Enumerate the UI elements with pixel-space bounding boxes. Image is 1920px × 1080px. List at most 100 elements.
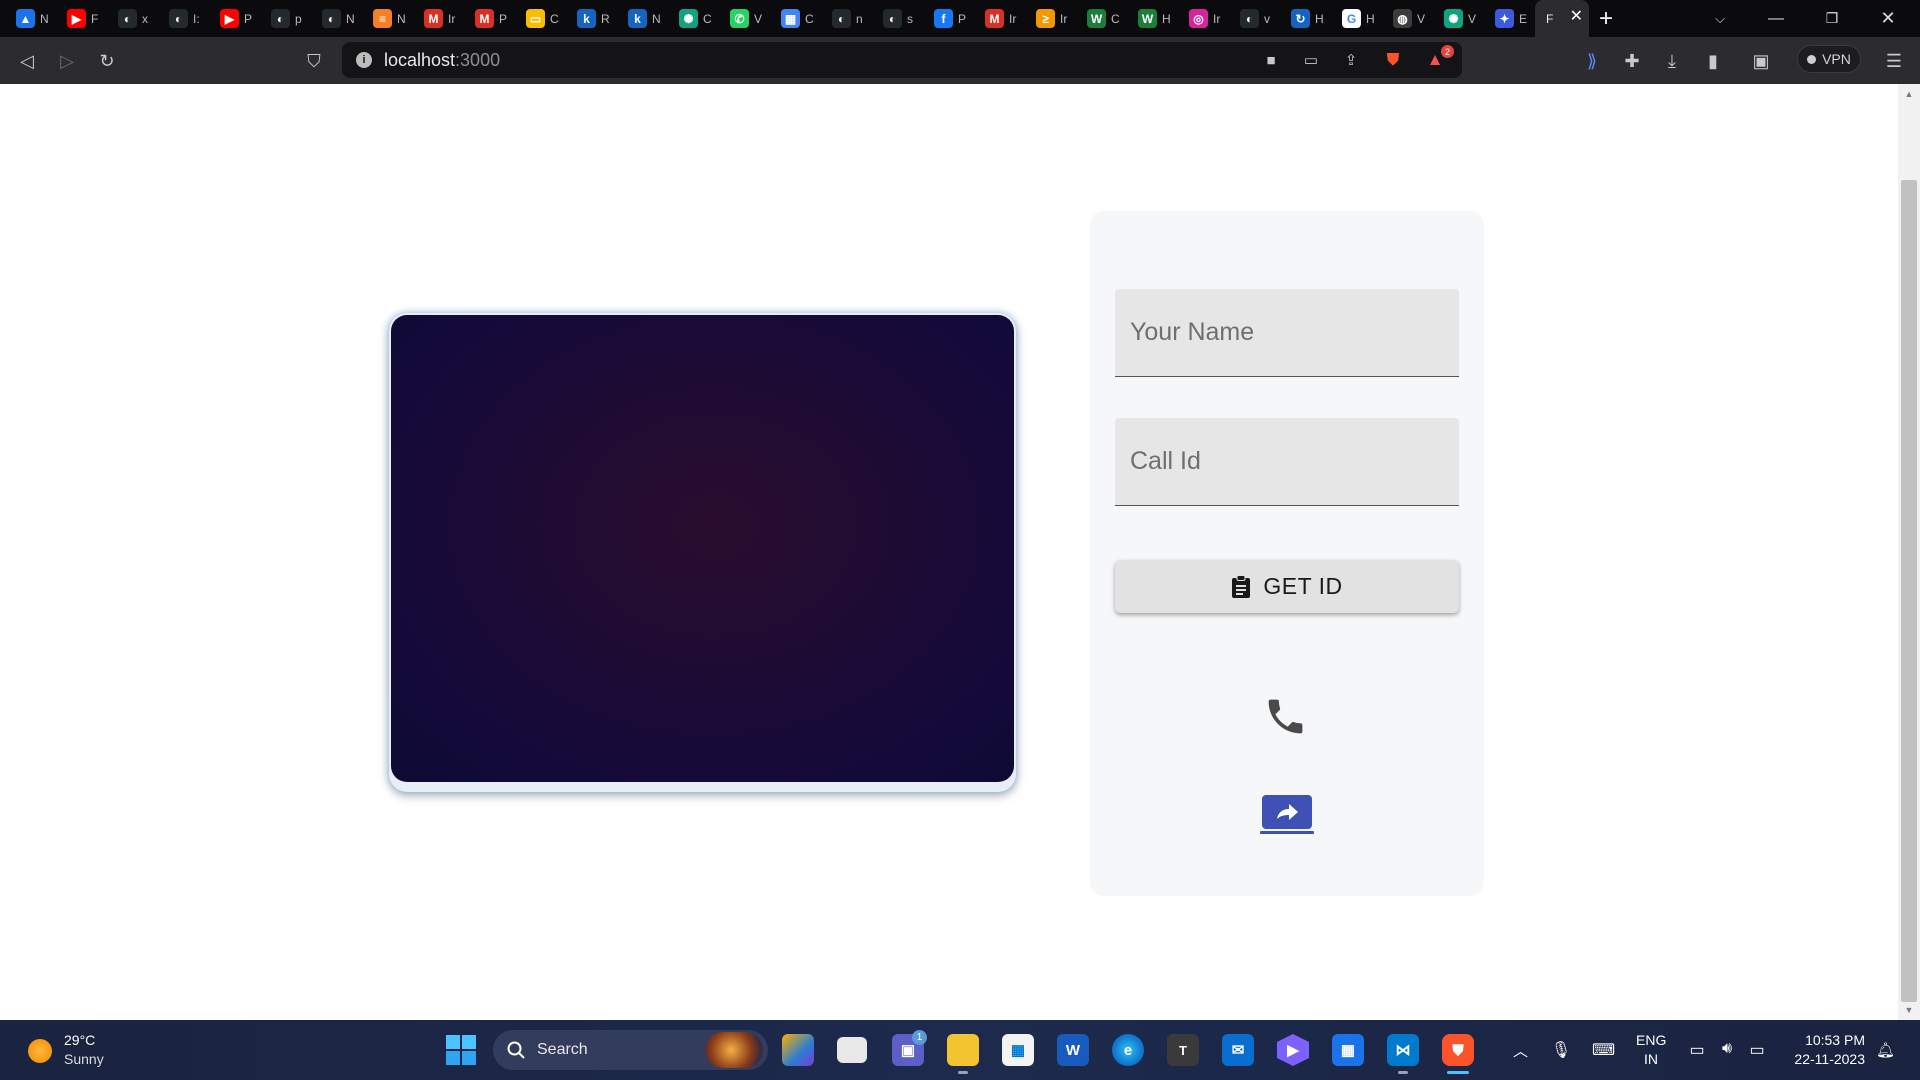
back-button[interactable]: ◁: [13, 49, 41, 73]
reload-button[interactable]: ↻: [93, 49, 121, 73]
tab-search-chevron-icon[interactable]: ⌵: [1692, 0, 1748, 37]
weather-sun-icon[interactable]: [28, 1039, 52, 1063]
tab-2[interactable]: ▶ F: [56, 0, 107, 37]
tab-5[interactable]: ▶ P: [209, 0, 260, 37]
tab-label: C: [1111, 11, 1120, 26]
notification-bell-icon[interactable]: 🔔︎: [1876, 1041, 1895, 1059]
cast-icon[interactable]: ▭: [1300, 50, 1322, 70]
edge-icon[interactable]: e: [1112, 1034, 1144, 1066]
keyboard-icon[interactable]: ⌨: [1592, 1040, 1615, 1060]
tab-23[interactable]: WH: [1127, 0, 1178, 37]
active-tab[interactable]: F ✕: [1535, 0, 1589, 37]
new-tab-button[interactable]: +: [1589, 0, 1623, 37]
language-region[interactable]: IN: [1644, 1051, 1658, 1067]
address-bar[interactable]: i localhost:3000 ■ ▭ ⇪ ⛊ ▲ 2: [342, 42, 1462, 78]
extensions-icon[interactable]: ✚: [1618, 49, 1646, 73]
tab-11[interactable]: ▭ C: [515, 0, 566, 37]
tab-17[interactable]: ◐ n: [821, 0, 872, 37]
clock-date[interactable]: 22-11-2023: [1788, 1051, 1865, 1067]
microphone-icon[interactable]: 🎙︎: [1550, 1040, 1572, 1060]
tab-30[interactable]: ✦ E: [1484, 0, 1535, 37]
restore-button[interactable]: ❐: [1804, 0, 1860, 37]
tab-18[interactable]: ◐ s: [872, 0, 923, 37]
word-icon[interactable]: W: [1057, 1034, 1089, 1066]
phone-call-icon[interactable]: [1263, 694, 1308, 739]
minimize-button[interactable]: —: [1748, 0, 1804, 37]
tab-20[interactable]: M Ir: [974, 0, 1025, 37]
name-field[interactable]: [1115, 289, 1459, 377]
tab-9[interactable]: M Ir: [413, 0, 464, 37]
weather-temperature[interactable]: 29°C: [64, 1032, 95, 1048]
tab-10[interactable]: MP: [464, 0, 515, 37]
tab-28[interactable]: ◍ V: [1382, 0, 1433, 37]
wallet-icon[interactable]: ▣: [1747, 49, 1775, 73]
call-id-field[interactable]: [1115, 418, 1459, 506]
tab-14[interactable]: ✺ C: [668, 0, 719, 37]
network-icon[interactable]: ▭: [1686, 1040, 1708, 1060]
tab-label: v: [1264, 11, 1270, 26]
downloads-icon[interactable]: ⤓: [1658, 49, 1686, 73]
name-input[interactable]: [1130, 318, 1459, 347]
brave-shields-icon[interactable]: ⛊: [1382, 50, 1404, 70]
tab-1[interactable]: ▲ N: [5, 0, 56, 37]
search-highlight-image: [705, 1032, 763, 1068]
tray-overflow-chevron-icon[interactable]: ︿: [1513, 1040, 1528, 1061]
tab-label: H: [1366, 11, 1375, 26]
tab-16[interactable]: ▦ C: [770, 0, 821, 37]
bookmark-icon[interactable]: ⛉: [300, 49, 328, 73]
tab-27[interactable]: GH: [1331, 0, 1382, 37]
file-explorer-icon[interactable]: [947, 1034, 979, 1066]
menu-icon[interactable]: ☰: [1880, 49, 1908, 73]
tab-21[interactable]: ≥ Ir: [1025, 0, 1076, 37]
volume-icon[interactable]: 🔊︎: [1716, 1040, 1738, 1058]
tab-label: Ir: [1060, 11, 1068, 26]
tab-7[interactable]: ◐ N: [311, 0, 362, 37]
tab-8[interactable]: ≡ N: [362, 0, 413, 37]
youtube-icon: ▶: [220, 9, 239, 28]
tab-22[interactable]: WC: [1076, 0, 1127, 37]
url-host: localhost: [384, 49, 456, 70]
calendar-icon[interactable]: ▦: [1332, 1034, 1364, 1066]
tab-25[interactable]: ◐ v: [1229, 0, 1280, 37]
typora-icon[interactable]: T: [1167, 1034, 1199, 1066]
microsoft-store-icon[interactable]: ▦: [1002, 1034, 1034, 1066]
call-id-input[interactable]: [1130, 447, 1459, 476]
tab-6[interactable]: ◐ p: [260, 0, 311, 37]
tab-4[interactable]: ◐ I:: [158, 0, 209, 37]
site-info-icon[interactable]: i: [356, 52, 372, 68]
tab-3[interactable]: ◐ x: [107, 0, 158, 37]
task-view-icon[interactable]: [837, 1037, 867, 1063]
tab-19[interactable]: fP: [923, 0, 974, 37]
vpn-button[interactable]: VPN: [1797, 45, 1861, 73]
battery-icon[interactable]: ▭: [1746, 1040, 1768, 1060]
tab-29[interactable]: ✺ V: [1433, 0, 1484, 37]
scroll-up-arrow-icon[interactable]: ▲: [1903, 88, 1915, 100]
windows-start-icon[interactable]: [446, 1035, 476, 1065]
tab-24[interactable]: ◎ Ir: [1178, 0, 1229, 37]
brave-browser-icon[interactable]: ⛊: [1442, 1034, 1474, 1066]
tab-26[interactable]: ↻ H: [1280, 0, 1331, 37]
tab-close-icon[interactable]: ✕: [1570, 9, 1583, 25]
copilot-preview-icon[interactable]: [782, 1034, 814, 1066]
get-id-button[interactable]: GET ID: [1115, 560, 1459, 613]
speedreader-icon[interactable]: ⟫: [1578, 49, 1606, 73]
url-port: :3000: [455, 49, 501, 70]
youtube-icon: ▶: [67, 9, 86, 28]
mail-icon[interactable]: ✉: [1222, 1034, 1254, 1066]
tab-12[interactable]: kR: [566, 0, 617, 37]
scrollbar-thumb[interactable]: [1901, 180, 1917, 1002]
vscode-icon[interactable]: ⋈: [1387, 1034, 1419, 1066]
forward-button[interactable]: ▷: [53, 49, 81, 73]
weather-condition[interactable]: Sunny: [64, 1051, 104, 1067]
w-icon: W: [1087, 9, 1106, 28]
camera-icon[interactable]: ■: [1260, 50, 1282, 70]
tab-15[interactable]: ✆ V: [719, 0, 770, 37]
scroll-down-arrow-icon[interactable]: ▼: [1903, 1004, 1915, 1016]
sidebar-icon[interactable]: ▮: [1699, 49, 1727, 73]
close-window-button[interactable]: ✕: [1860, 0, 1916, 37]
screen-share-icon[interactable]: [1260, 795, 1314, 835]
share-page-icon[interactable]: ⇪: [1340, 50, 1362, 70]
clock-time[interactable]: 10:53 PM: [1803, 1032, 1865, 1048]
language-code[interactable]: ENG: [1636, 1032, 1666, 1048]
tab-13[interactable]: kN: [617, 0, 668, 37]
